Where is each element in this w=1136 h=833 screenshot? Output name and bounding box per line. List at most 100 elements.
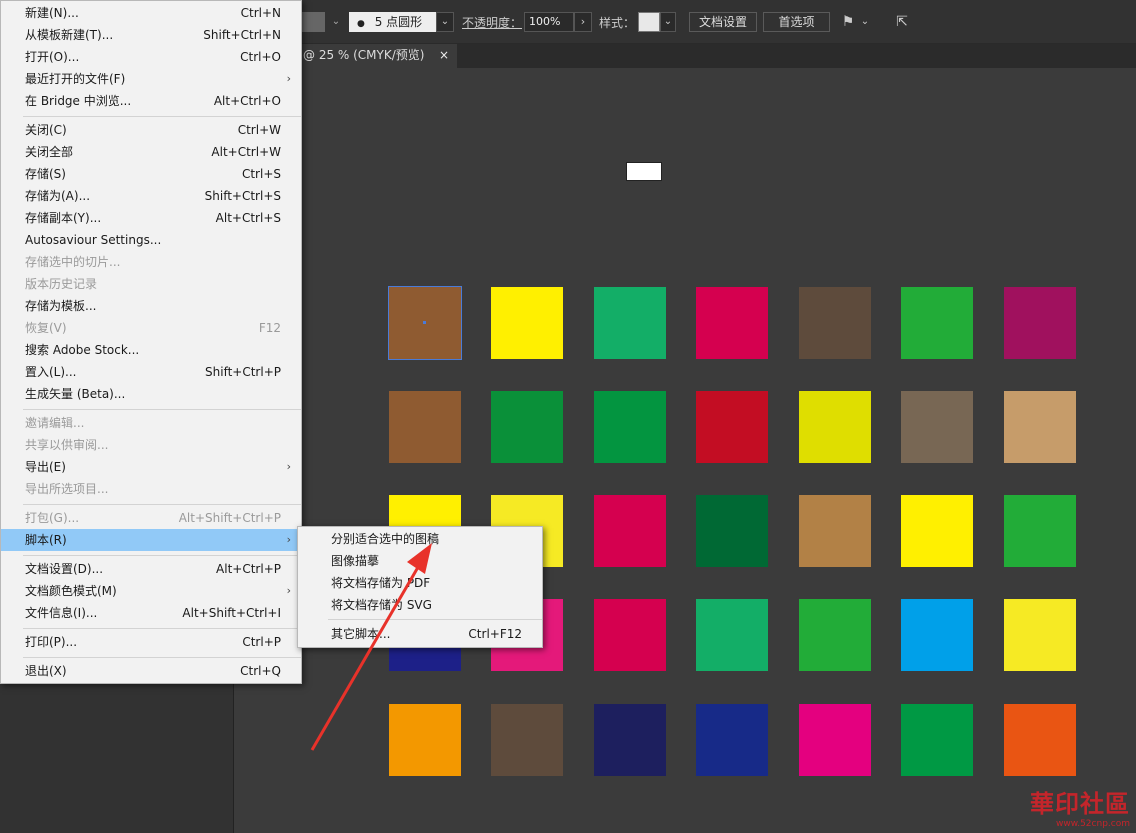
- menu-item-invite-to-edit[interactable]: 邀请编辑...: [1, 412, 301, 434]
- color-swatch[interactable]: [1004, 599, 1076, 671]
- color-swatch[interactable]: [799, 495, 871, 567]
- color-swatch[interactable]: [594, 704, 666, 776]
- menu-item-autosaviour-settings[interactable]: Autosaviour Settings...: [1, 229, 301, 251]
- menu-item-open[interactable]: 打开(O)... Ctrl+O: [1, 46, 301, 68]
- center-point-icon: [423, 321, 426, 324]
- scripts-submenu: 分别适合选中的图稿 图像描摹将文档存储为 PDF 将文档存储为 SVG 其它脚本...…: [297, 526, 543, 648]
- menu-item-label: 存储副本(Y)...: [25, 211, 102, 225]
- menu-item-print[interactable]: 打印(P)... Ctrl+P: [1, 631, 301, 653]
- share-export-icon[interactable]: ⇱: [892, 12, 912, 32]
- graphic-style-swatch[interactable]: [638, 12, 660, 32]
- menu-item-document-setup[interactable]: 文档设置(D)... Alt+Ctrl+P: [1, 558, 301, 580]
- menu-item-save-selected-slices[interactable]: 存储选中的切片...: [1, 251, 301, 273]
- menu-item-exit[interactable]: 退出(X) Ctrl+Q: [1, 660, 301, 682]
- color-swatch[interactable]: [1004, 391, 1076, 463]
- brush-dropdown-button[interactable]: ⌄: [436, 12, 454, 32]
- small-white-rectangle[interactable]: [626, 162, 662, 181]
- color-swatch[interactable]: [388, 286, 462, 360]
- chevron-down-icon[interactable]: ⌄: [858, 12, 872, 32]
- preferences-button[interactable]: 首选项: [763, 12, 830, 32]
- menu-item-label: 退出(X): [25, 664, 67, 678]
- menu-item-search-adobe-stock[interactable]: 搜索 Adobe Stock...: [1, 339, 301, 361]
- menu-separator: [328, 619, 542, 620]
- menu-item-share-for-review[interactable]: 共享以供审阅...: [1, 434, 301, 456]
- color-swatch[interactable]: [696, 599, 768, 671]
- color-swatch[interactable]: [799, 599, 871, 671]
- color-swatch[interactable]: [594, 391, 666, 463]
- color-swatch[interactable]: [389, 391, 461, 463]
- menu-item-close[interactable]: 关闭(C) Ctrl+W: [1, 119, 301, 141]
- menu-item-save-copy[interactable]: 存储副本(Y)... Alt+Ctrl+S: [1, 207, 301, 229]
- menu-separator: [23, 555, 301, 556]
- menu-item-document-color-mode[interactable]: 文档颜色模式(M) ›: [1, 580, 301, 602]
- color-swatch[interactable]: [594, 287, 666, 359]
- menu-item-export-selection[interactable]: 导出所选项目...: [1, 478, 301, 500]
- color-swatch[interactable]: [901, 495, 973, 567]
- color-swatch[interactable]: [696, 287, 768, 359]
- color-swatch[interactable]: [389, 704, 461, 776]
- opacity-label[interactable]: 不透明度：: [462, 14, 522, 31]
- menu-item-scripts[interactable]: 脚本(R) ›: [1, 529, 301, 551]
- color-swatch[interactable]: [1004, 704, 1076, 776]
- color-swatch[interactable]: [594, 495, 666, 567]
- menu-item-package[interactable]: 打包(G)... Alt+Shift+Ctrl+P: [1, 507, 301, 529]
- style-label: 样式：: [599, 16, 636, 30]
- submenu-item-image-trace[interactable]: 图像描摹: [298, 550, 542, 572]
- color-swatch[interactable]: [491, 704, 563, 776]
- menu-item-shortcut: Ctrl+N: [240, 6, 281, 20]
- close-icon[interactable]: ×: [439, 44, 449, 66]
- menu-item-browse-in-bridge[interactable]: 在 Bridge 中浏览... Alt+Ctrl+O: [1, 90, 301, 112]
- color-swatch[interactable]: [799, 391, 871, 463]
- menu-item-label: 置入(L)...: [25, 365, 77, 379]
- color-swatch[interactable]: [799, 287, 871, 359]
- menu-item-version-history[interactable]: 版本历史记录: [1, 273, 301, 295]
- stroke-color-swatch[interactable]: [300, 12, 325, 32]
- style-dropdown-button[interactable]: ⌄: [660, 12, 676, 32]
- menu-item-new-from-template[interactable]: 从模板新建(T)... Shift+Ctrl+N: [1, 24, 301, 46]
- menu-item-label: 邀请编辑...: [25, 416, 85, 430]
- menu-item-export[interactable]: 导出(E) ›: [1, 456, 301, 478]
- menu-item-file-info[interactable]: 文件信息(I)... Alt+Shift+Ctrl+I: [1, 602, 301, 624]
- opacity-expand-button[interactable]: ›: [574, 12, 592, 32]
- brush-definition-field[interactable]: ● 5 点圆形: [349, 12, 436, 32]
- menu-item-shortcut: Ctrl+O: [240, 50, 281, 64]
- menu-item-close-all[interactable]: 关闭全部 Alt+Ctrl+W: [1, 141, 301, 163]
- color-swatch[interactable]: [901, 287, 973, 359]
- color-swatch[interactable]: [696, 495, 768, 567]
- color-swatch[interactable]: [594, 599, 666, 671]
- opacity-input[interactable]: 100%: [524, 12, 574, 32]
- menu-item-place[interactable]: 置入(L)... Shift+Ctrl+P: [1, 361, 301, 383]
- color-swatch[interactable]: [901, 599, 973, 671]
- menu-item-revert[interactable]: 恢复(V) F12: [1, 317, 301, 339]
- chevron-down-icon[interactable]: ⌄: [329, 12, 343, 32]
- color-swatch[interactable]: [696, 704, 768, 776]
- color-swatch[interactable]: [901, 391, 973, 463]
- submenu-item-other-script[interactable]: 其它脚本... Ctrl+F12: [298, 623, 542, 645]
- submenu-item-label: 将文档存储为 PDF: [331, 576, 431, 590]
- menu-item-label: 关闭(C): [25, 123, 67, 137]
- submenu-item-save-docs-as-svg[interactable]: 将文档存储为 SVG: [298, 594, 542, 616]
- arrange-flag-icon[interactable]: ⚑: [838, 12, 858, 32]
- menu-item-save[interactable]: 存储(S) Ctrl+S: [1, 163, 301, 185]
- color-swatch[interactable]: [491, 391, 563, 463]
- menu-item-label: 存储选中的切片...: [25, 255, 121, 269]
- menu-item-save-as-template[interactable]: 存储为模板...: [1, 295, 301, 317]
- menu-item-new[interactable]: 新建(N)... Ctrl+N: [1, 2, 301, 24]
- color-swatch[interactable]: [491, 287, 563, 359]
- document-tab[interactable]: @ 25 % (CMYK/预览) ×: [297, 44, 457, 68]
- color-swatch[interactable]: [901, 704, 973, 776]
- artboard-canvas[interactable]: [234, 68, 1136, 833]
- submenu-item-shortcut: Ctrl+F12: [468, 627, 522, 641]
- submenu-item-fit-to-selected-artwork[interactable]: 分别适合选中的图稿: [298, 528, 542, 550]
- color-swatch[interactable]: [799, 704, 871, 776]
- color-swatch[interactable]: [1004, 287, 1076, 359]
- menu-item-open-recent[interactable]: 最近打开的文件(F) ›: [1, 68, 301, 90]
- menu-item-generate-vector[interactable]: 生成矢量 (Beta)...: [1, 383, 301, 405]
- color-swatch[interactable]: [1004, 495, 1076, 567]
- menu-item-save-as[interactable]: 存储为(A)... Shift+Ctrl+S: [1, 185, 301, 207]
- color-swatch[interactable]: [696, 391, 768, 463]
- menu-item-shortcut: Alt+Ctrl+P: [216, 562, 281, 576]
- submenu-item-save-docs-as-pdf[interactable]: 将文档存储为 PDF: [298, 572, 542, 594]
- document-setup-button[interactable]: 文档设置: [689, 12, 757, 32]
- menu-separator: [23, 657, 301, 658]
